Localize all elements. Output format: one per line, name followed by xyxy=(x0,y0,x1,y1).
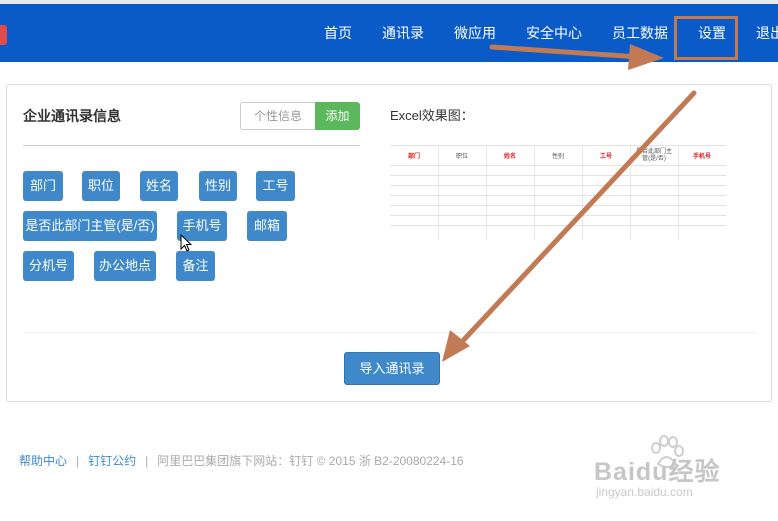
import-contacts-button[interactable]: 导入通讯录 xyxy=(344,352,440,385)
add-button[interactable]: 添加 xyxy=(315,102,360,130)
excel-header-gender: 性别 xyxy=(551,154,564,160)
excel-preview-title: Excel效果图： xyxy=(390,108,474,123)
settings-highlight-box xyxy=(674,16,738,60)
excel-header-name: 姓名 xyxy=(503,154,516,160)
footer-help-link[interactable]: 帮助中心 xyxy=(19,454,67,468)
footer-separator: | xyxy=(76,454,80,468)
logo-badge xyxy=(0,25,7,45)
excel-header-employee-id: 工号 xyxy=(599,154,612,160)
footer-copyright: 阿里巴巴集团旗下网站：钉钉 © 2015 浙 B2-20080224-16 xyxy=(157,454,464,468)
custom-field-group: 个性信息 添加 xyxy=(240,102,360,130)
field-tag-gender[interactable]: 性别 xyxy=(199,171,237,201)
nav-home[interactable]: 首页 xyxy=(324,23,352,43)
field-tag-extension[interactable]: 分机号 xyxy=(23,251,74,281)
nav-employee-data[interactable]: 员工数据 xyxy=(612,23,668,43)
field-tag-is-manager[interactable]: 是否此部门主管(是/否) xyxy=(23,211,157,241)
custom-info-input[interactable]: 个性信息 xyxy=(240,102,315,130)
field-tag-remark[interactable]: 备注 xyxy=(176,251,215,281)
panel-divider xyxy=(23,332,756,333)
excel-header-is-manager: 是否此部门主管(是/否) xyxy=(635,149,672,162)
field-tag-department[interactable]: 部门 xyxy=(23,171,63,201)
baidu-watermark: Baidu经验 jingyan.baidu.com xyxy=(592,435,742,508)
field-tag-name[interactable]: 姓名 xyxy=(140,171,178,201)
footer: 帮助中心 | 钉钉公约 | 阿里巴巴集团旗下网站：钉钉 © 2015 浙 B2-2008… xyxy=(19,454,464,468)
nav-security-center[interactable]: 安全中心 xyxy=(526,23,582,43)
excel-header-department: 部门 xyxy=(407,154,420,160)
excel-preview-table: 部门 职位 姓名 性别 工号 是否此部门主管(是/否) 手机号 xyxy=(390,145,726,240)
nav-micro-apps[interactable]: 微应用 xyxy=(454,23,496,43)
footer-separator: | xyxy=(145,454,149,468)
excel-header-position: 职位 xyxy=(455,154,468,160)
top-navbar: 首页 通讯录 微应用 安全中心 员工数据 设置 退出 xyxy=(0,4,778,62)
mouse-cursor-icon xyxy=(180,234,193,252)
field-tag-employee-id[interactable]: 工号 xyxy=(256,171,295,201)
excel-header-mobile: 手机号 xyxy=(692,154,711,160)
nav-logout[interactable]: 退出 xyxy=(756,23,778,43)
section-title: 企业通讯录信息 xyxy=(23,108,121,124)
section-divider xyxy=(23,145,360,146)
field-tag-office-location[interactable]: 办公地点 xyxy=(94,251,156,281)
watermark-text: Baidu经验 xyxy=(594,458,721,486)
field-tag-position[interactable]: 职位 xyxy=(82,171,120,201)
field-tag-email[interactable]: 邮箱 xyxy=(247,211,287,241)
watermark-url: jingyan.baidu.com xyxy=(596,485,693,499)
nav-contacts[interactable]: 通讯录 xyxy=(382,23,424,43)
footer-pact-link[interactable]: 钉钉公约 xyxy=(88,454,136,468)
